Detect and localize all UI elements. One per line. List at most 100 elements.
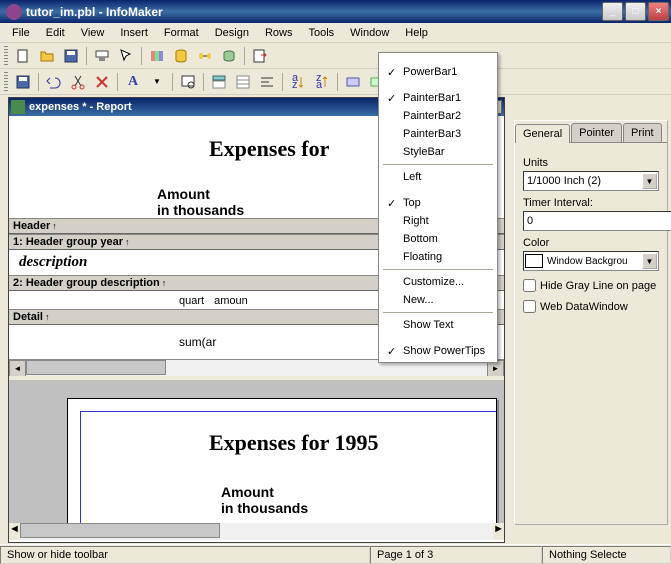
preview-hscroll-thumb[interactable] — [20, 523, 220, 538]
menu-separator — [383, 164, 493, 165]
menu-insert[interactable]: Insert — [112, 24, 156, 42]
preview-hscroll-track[interactable] — [20, 523, 493, 540]
sort-desc-icon[interactable]: za — [311, 71, 333, 93]
preview-title: Expenses for 1995 — [81, 430, 496, 456]
hide-gray-label: Hide Gray Line on page — [540, 280, 656, 292]
menu-help[interactable]: Help — [397, 24, 436, 42]
band-arrow-icon: ↑ — [45, 312, 50, 322]
toolbar-grip[interactable] — [4, 72, 8, 92]
band-arrow-icon: ↑ — [162, 278, 167, 288]
menu-separator — [383, 312, 493, 313]
menu-top[interactable]: Top — [381, 194, 495, 212]
web-dw-checkbox[interactable] — [523, 300, 536, 313]
app-icon — [6, 4, 22, 20]
menu-tools[interactable]: Tools — [300, 24, 342, 42]
amount-col: amoun — [214, 295, 248, 307]
timer-input[interactable] — [523, 211, 671, 231]
currency-icon[interactable] — [342, 71, 364, 93]
status-bar: Show or hide toolbar Page 1 of 3 Nothing… — [0, 544, 671, 564]
band-header-icon[interactable] — [208, 71, 230, 93]
hide-gray-checkbox[interactable] — [523, 279, 536, 292]
menu-painterbar2[interactable]: PainterBar2 — [381, 107, 495, 125]
menu-painterbar3[interactable]: PainterBar3 — [381, 125, 495, 143]
save-icon[interactable] — [12, 71, 34, 93]
tab-general[interactable]: General — [515, 124, 570, 143]
quarter-col: quart — [179, 295, 204, 307]
library-icon[interactable] — [146, 45, 168, 67]
sort-asc-icon[interactable]: az — [287, 71, 309, 93]
tab-pointer[interactable]: Pointer — [571, 123, 622, 142]
text-icon[interactable]: A — [122, 71, 144, 93]
menu-format[interactable]: Format — [156, 24, 207, 42]
svg-text:z: z — [292, 79, 298, 90]
menu-file[interactable]: File — [4, 24, 38, 42]
toolbar-grip[interactable] — [4, 46, 8, 66]
save-icon[interactable] — [60, 45, 82, 67]
scroll-left-button[interactable]: ◄ — [9, 360, 26, 377]
open-icon[interactable] — [36, 45, 58, 67]
menu-bar: File Edit View Insert Format Design Rows… — [0, 23, 671, 43]
tab-print[interactable]: Print — [623, 123, 662, 142]
menu-new[interactable]: New... — [381, 291, 495, 309]
page-preview: Expenses for 1995 Amount in thousands — [67, 398, 497, 540]
run-icon[interactable] — [91, 45, 113, 67]
menu-customize[interactable]: Customize... — [381, 273, 495, 291]
svg-text:a: a — [316, 79, 323, 90]
menu-separator — [383, 269, 493, 270]
scroll-left-button[interactable]: ◄ — [9, 523, 20, 540]
menu-rows[interactable]: Rows — [257, 24, 301, 42]
status-selection: Nothing Selecte — [542, 546, 671, 564]
toolbar-context-menu: PowerBar1 PainterBar1 PainterBar2 Painte… — [378, 52, 498, 363]
undo-icon[interactable] — [43, 71, 65, 93]
align-icon[interactable] — [256, 71, 278, 93]
cut-icon[interactable] — [67, 71, 89, 93]
painterbar: A ▼ az za — [0, 69, 671, 95]
menu-powerbar1[interactable]: PowerBar1 — [381, 63, 495, 81]
menu-edit[interactable]: Edit — [38, 24, 73, 42]
new-icon[interactable] — [12, 45, 34, 67]
hscroll-thumb[interactable] — [26, 360, 166, 375]
preview-pane[interactable]: Expenses for 1995 Amount in thousands ◄ … — [9, 380, 504, 540]
menu-showtips[interactable]: Show PowerTips — [381, 342, 495, 360]
status-hint: Show or hide toolbar — [0, 546, 370, 564]
window-title: tutor_im.pbl - InfoMaker — [26, 5, 602, 19]
menu-right[interactable]: Right — [381, 212, 495, 230]
report-icon — [11, 100, 25, 114]
menu-painterbar1[interactable]: PainterBar1 — [381, 89, 495, 107]
dropdown-icon[interactable]: ▼ — [642, 173, 657, 189]
color-swatch — [525, 254, 543, 268]
title-bar: tutor_im.pbl - InfoMaker _ □ × — [0, 0, 671, 23]
menu-floating[interactable]: Floating — [381, 248, 495, 266]
close-button[interactable]: × — [648, 2, 669, 21]
status-page: Page 1 of 3 — [370, 546, 542, 564]
menu-left[interactable]: Left — [381, 168, 495, 186]
scroll-right-button[interactable]: ► — [493, 523, 504, 540]
properties-panel: General Pointer Print Units 1/1000 Inch … — [514, 120, 668, 525]
dropdown-icon[interactable]: ▼ — [642, 253, 657, 269]
band-arrow-icon: ↑ — [52, 221, 57, 231]
odbc-icon[interactable] — [218, 45, 240, 67]
preview-icon[interactable] — [177, 71, 199, 93]
minimize-button[interactable]: _ — [602, 2, 623, 21]
maximize-button[interactable]: □ — [625, 2, 646, 21]
select-icon[interactable] — [115, 45, 137, 67]
menu-stylebar[interactable]: StyleBar — [381, 143, 495, 161]
menu-showtext[interactable]: Show Text — [381, 316, 495, 334]
clear-icon[interactable] — [91, 71, 113, 93]
text-dropdown-icon[interactable]: ▼ — [146, 71, 168, 93]
preview-amount: Amount — [81, 484, 496, 500]
menu-window[interactable]: Window — [342, 24, 397, 42]
band-detail-icon[interactable] — [232, 71, 254, 93]
database-icon[interactable] — [170, 45, 192, 67]
powerbar — [0, 43, 671, 69]
menu-view[interactable]: View — [73, 24, 113, 42]
pipeline-icon[interactable] — [194, 45, 216, 67]
exit-icon[interactable] — [249, 45, 271, 67]
units-label: Units — [523, 157, 659, 169]
menu-design[interactable]: Design — [207, 24, 257, 42]
band-arrow-icon: ↑ — [125, 237, 130, 247]
props-tabs: General Pointer Print — [515, 121, 667, 143]
color-select[interactable]: Window Backgrou ▼ — [523, 251, 659, 271]
units-select[interactable]: 1/1000 Inch (2)▼ — [523, 171, 659, 191]
menu-bottom[interactable]: Bottom — [381, 230, 495, 248]
